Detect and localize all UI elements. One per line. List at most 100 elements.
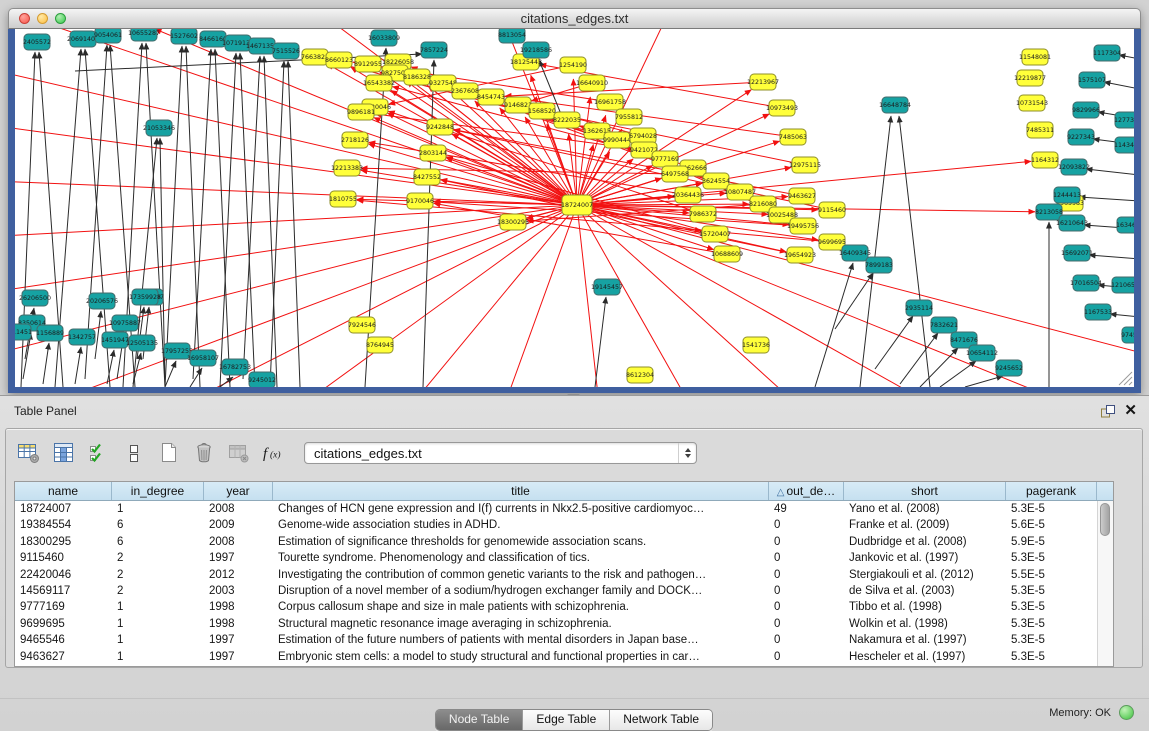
graph-node[interactable]: 10973493 <box>766 100 798 116</box>
cell-in_degree[interactable]: 1 <box>112 599 204 615</box>
graph-hub-node[interactable]: 18724007 <box>561 195 593 215</box>
graph-node[interactable]: 16782753 <box>219 359 251 375</box>
close-button[interactable] <box>19 13 30 24</box>
cell-year[interactable]: 2003 <box>204 583 273 599</box>
cell-short[interactable]: Yano et al. (2008) <box>844 501 1006 517</box>
graph-node[interactable]: 1634650 <box>1116 217 1134 233</box>
new-table-icon[interactable] <box>156 440 182 466</box>
cell-pagerank[interactable]: 5.3E-5 <box>1006 550 1097 566</box>
cell-in_degree[interactable]: 6 <box>112 534 204 550</box>
graph-node[interactable]: 1143438 <box>1114 137 1134 153</box>
table-row[interactable]: 946554611997Estimation of the future num… <box>15 632 1097 648</box>
cell-title[interactable]: Disruption of a novel member of a sodium… <box>273 583 769 599</box>
graph-node[interactable]: 1451947 <box>101 332 129 348</box>
graph-node[interactable]: 2935114 <box>905 300 933 316</box>
graph-node[interactable]: 1810755 <box>329 191 357 207</box>
cell-short[interactable]: Stergiakouli et al. (2012) <box>844 567 1006 583</box>
table-row[interactable]: 911546021997Tourette syndrome. Phenomeno… <box>15 550 1097 566</box>
cell-title[interactable]: Estimation of significance thresholds fo… <box>273 534 769 550</box>
graph-node[interactable]: 1167533 <box>1084 304 1112 320</box>
graph-node[interactable]: 7924546 <box>348 317 376 333</box>
graph-node[interactable]: 8222035 <box>553 112 581 128</box>
cell-title[interactable]: Genome-wide association studies in ADHD. <box>273 517 769 533</box>
cell-short[interactable]: Jankovic et al. (1997) <box>844 550 1006 566</box>
table-row[interactable]: 946362711997Embryonic stem cells: a mode… <box>15 649 1097 665</box>
graph-node[interactable]: 16210643 <box>1056 215 1088 231</box>
graph-node[interactable]: 1541736 <box>742 337 770 353</box>
cell-name[interactable]: 9465546 <box>15 632 112 648</box>
graph-node[interactable]: 6497568 <box>661 166 689 182</box>
float-panel-icon[interactable] <box>1100 404 1116 419</box>
cell-name[interactable]: 22420046 <box>15 567 112 583</box>
cell-name[interactable]: 9115460 <box>15 550 112 566</box>
cell-in_degree[interactable]: 2 <box>112 567 204 583</box>
vertical-scrollbar[interactable] <box>1097 501 1113 666</box>
cell-pagerank[interactable]: 5.3E-5 <box>1006 583 1097 599</box>
graph-node[interactable]: 19218586 <box>520 42 552 58</box>
column-header-year[interactable]: year <box>204 482 273 500</box>
graph-node[interactable]: 12093822 <box>1058 159 1090 175</box>
graph-node[interactable]: 16958107 <box>187 350 219 366</box>
cell-short[interactable]: Dudbridge et al. (2008) <box>844 534 1006 550</box>
cell-short[interactable]: Tibbo et al. (1998) <box>844 599 1006 615</box>
graph-node[interactable]: 11548081 <box>1019 49 1051 65</box>
graph-node[interactable]: 7899183 <box>865 257 893 273</box>
graph-node[interactable]: 2803144 <box>419 145 447 161</box>
graph-node[interactable]: 9745022 <box>1121 327 1134 343</box>
cell-out_de[interactable]: 49 <box>769 501 844 517</box>
table-column-icon[interactable] <box>51 440 77 466</box>
graph-node[interactable]: 12505135 <box>126 335 158 351</box>
table-row[interactable]: 1938455462009Genome-wide association stu… <box>15 517 1097 533</box>
graph-node[interactable]: 7857224 <box>420 42 448 58</box>
graph-node[interactable]: 1244413 <box>1053 187 1081 203</box>
minimize-button[interactable] <box>37 13 48 24</box>
graph-node[interactable]: 1254190 <box>559 57 587 73</box>
function-builder-icon[interactable]: f(x) <box>261 440 287 466</box>
table-row[interactable]: 969969511998Structural magnetic resonanc… <box>15 616 1097 632</box>
cell-name[interactable]: 9777169 <box>15 599 112 615</box>
graph-node[interactable]: 9896181 <box>347 104 375 120</box>
graph-node[interactable]: 1527602 <box>170 29 198 44</box>
table-settings-icon[interactable] <box>16 440 42 466</box>
graph-node[interactable]: 9245652 <box>995 360 1023 376</box>
graph-node[interactable]: 9245012 <box>248 372 276 387</box>
graph-node[interactable]: 12219877 <box>1014 70 1046 86</box>
cell-in_degree[interactable]: 1 <box>112 649 204 665</box>
cell-out_de[interactable]: 0 <box>769 632 844 648</box>
graph-node[interactable]: 9829966 <box>1072 102 1100 118</box>
cell-pagerank[interactable]: 5.3E-5 <box>1006 616 1097 632</box>
cell-year[interactable]: 1997 <box>204 632 273 648</box>
graph-node[interactable]: 8186328 <box>403 69 431 85</box>
cell-year[interactable]: 2008 <box>204 501 273 517</box>
graph-node[interactable]: 20364436 <box>672 187 704 203</box>
table-row[interactable]: 1830029562008Estimation of significance … <box>15 534 1097 550</box>
graph-node[interactable]: 9227343 <box>1067 129 1095 145</box>
table-row[interactable]: 977716911998Corpus callosum shape and si… <box>15 599 1097 615</box>
cell-name[interactable]: 9699695 <box>15 616 112 632</box>
cell-pagerank[interactable]: 5.3E-5 <box>1006 632 1097 648</box>
cell-year[interactable]: 1997 <box>204 649 273 665</box>
network-canvas[interactable]: 7663822866012389129551822605898275031654… <box>15 29 1134 387</box>
graph-node[interactable]: 1156889 <box>36 325 64 341</box>
select-columns-icon[interactable] <box>86 440 112 466</box>
cell-in_degree[interactable]: 2 <box>112 583 204 599</box>
graph-node[interactable]: 15692071 <box>1061 245 1093 261</box>
cell-in_degree[interactable]: 1 <box>112 616 204 632</box>
cell-out_de[interactable]: 0 <box>769 649 844 665</box>
cell-title[interactable]: Estimation of the future numbers of pati… <box>273 632 769 648</box>
graph-node[interactable]: 9990444 <box>603 132 631 148</box>
cell-pagerank[interactable]: 5.9E-5 <box>1006 534 1097 550</box>
window-titlebar[interactable]: citations_edges.txt <box>8 8 1141 29</box>
table-row[interactable]: 2242004622012Investigating the contribut… <box>15 567 1097 583</box>
cell-name[interactable]: 9463627 <box>15 649 112 665</box>
graph-node[interactable]: 9115460 <box>818 202 846 218</box>
cell-out_de[interactable]: 0 <box>769 583 844 599</box>
graph-node[interactable]: 8764945 <box>366 337 394 353</box>
graph-node[interactable]: 1117304 <box>1093 45 1121 61</box>
cell-in_degree[interactable]: 1 <box>112 501 204 517</box>
graph-node[interactable]: 10655287 <box>128 29 160 41</box>
graph-node[interactable]: 9242848 <box>426 119 454 135</box>
column-header-pagerank[interactable]: pagerank <box>1006 482 1097 500</box>
graph-node[interactable]: 12213967 <box>747 74 779 90</box>
cell-out_de[interactable]: 0 <box>769 534 844 550</box>
